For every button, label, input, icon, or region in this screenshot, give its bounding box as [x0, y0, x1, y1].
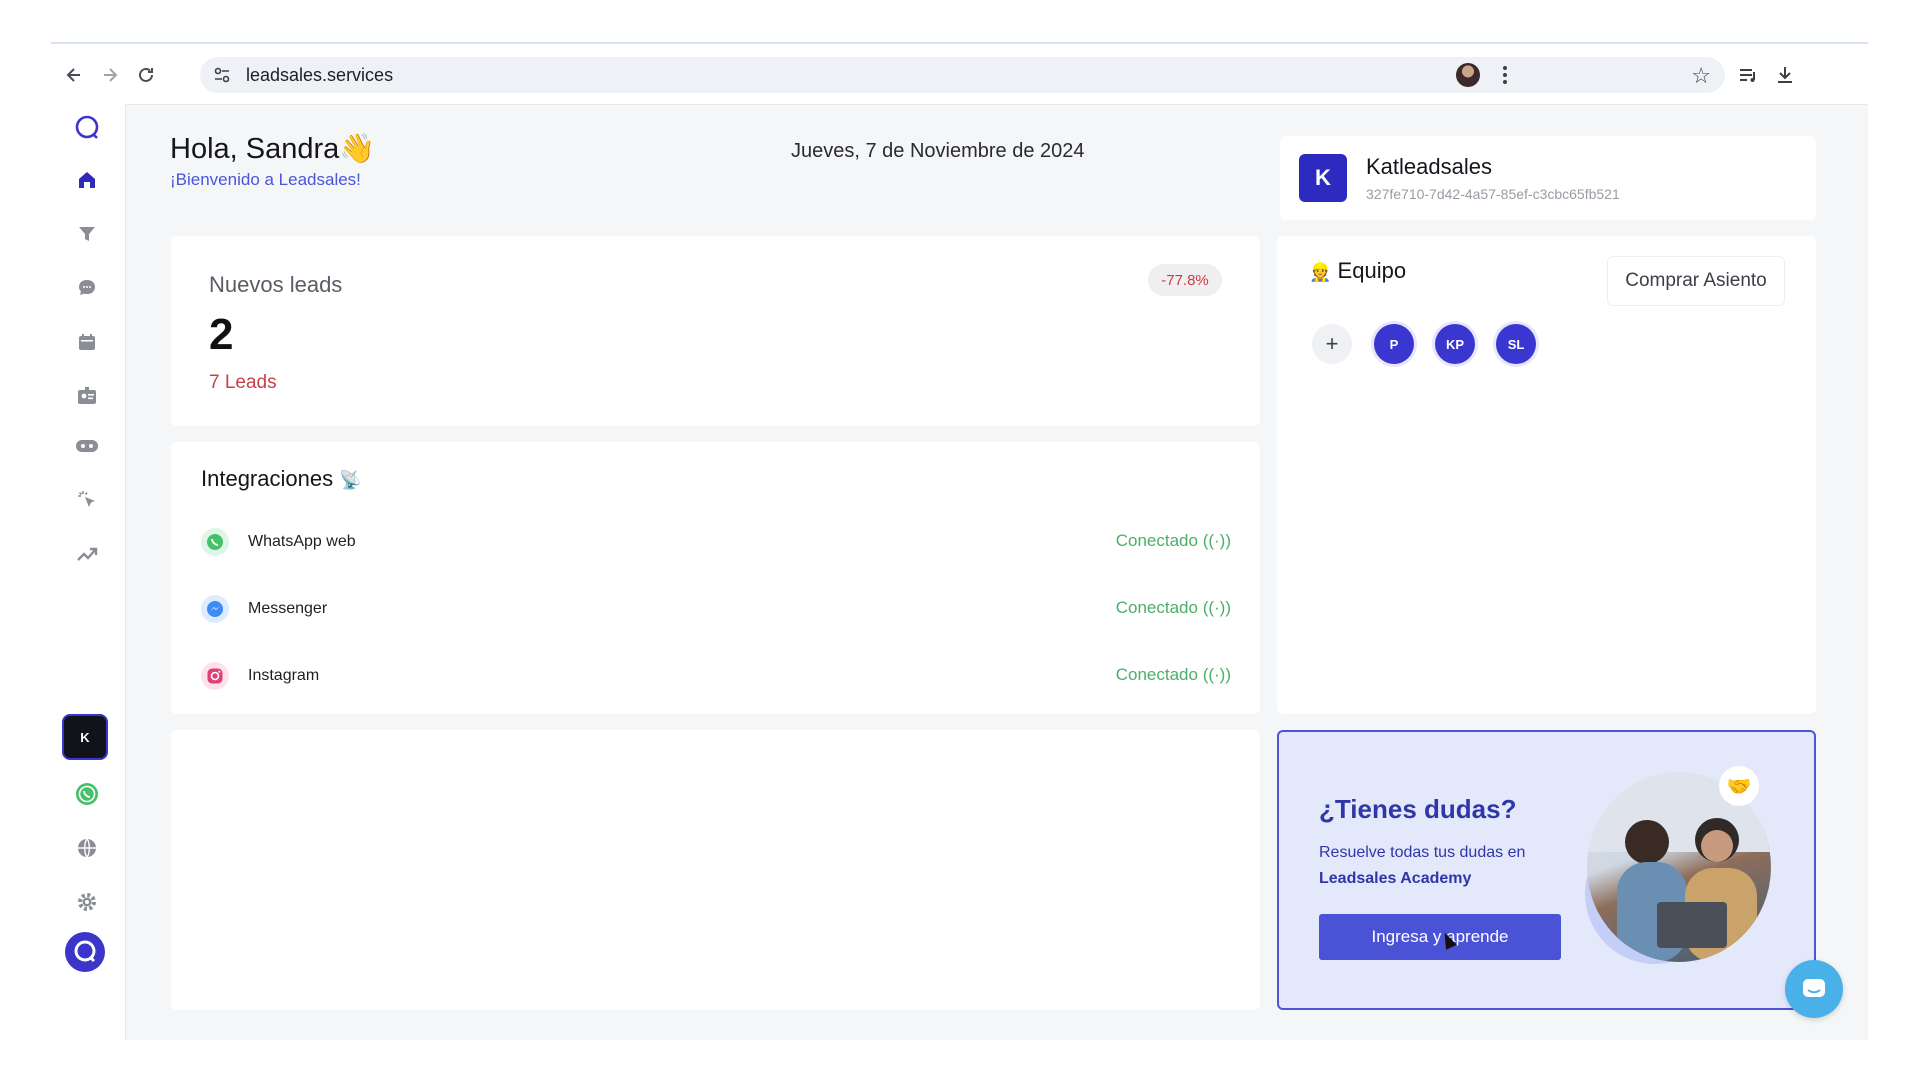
leads-title: Nuevos leads: [209, 272, 343, 297]
help-title: ¿Tienes dudas?: [1319, 794, 1517, 824]
account-card: K Katleadsales 327fe710-7d42-4a57-85ef-c…: [1280, 136, 1816, 220]
integrations-card: Integraciones 📡 WhatsApp web Conectado (…: [171, 442, 1260, 714]
calendar-icon[interactable]: [71, 326, 103, 358]
leads-total: 7 Leads: [209, 372, 277, 393]
welcome-text: ¡Bienvenido a Leadsales!: [170, 170, 361, 189]
team-title: 👷 Equipo: [1309, 258, 1407, 283]
bookmark-star-icon[interactable]: ☆: [1691, 63, 1711, 89]
integration-row-instagram[interactable]: Instagram Conectado ((·)): [201, 660, 1231, 694]
browser-toolbar: leadsales.services ☆: [51, 44, 1868, 105]
worker-emoji-icon: 👷: [1309, 262, 1332, 282]
browser-menu-icon[interactable]: [1491, 61, 1519, 89]
leadsales-brand-logo[interactable]: [65, 932, 105, 972]
url-text[interactable]: leadsales.services: [246, 65, 393, 86]
integration-name: Instagram: [248, 667, 320, 684]
forward-icon[interactable]: [97, 62, 123, 88]
gear-icon[interactable]: [71, 886, 103, 918]
integration-status: Conectado ((·)): [1115, 598, 1231, 617]
integration-status: Conectado ((·)): [1115, 531, 1231, 550]
click-icon[interactable]: [71, 484, 103, 516]
integration-row-whatsapp[interactable]: WhatsApp web Conectado ((·)): [201, 526, 1231, 560]
greeting-block: Hola, Sandra👋 ¡Bienvenido a Leadsales!: [170, 132, 375, 190]
empty-panel: [171, 730, 1260, 1010]
team-card: 👷 Equipo Comprar Asiento + P KP SL: [1277, 236, 1816, 714]
support-chat-button[interactable]: [1785, 960, 1843, 1018]
add-member-button[interactable]: +: [1312, 324, 1352, 364]
team-member-avatar[interactable]: KP: [1435, 324, 1475, 364]
chat-icon[interactable]: [71, 272, 103, 304]
academy-promo-card: ¿Tienes dudas? Resuelve todas tus dudas …: [1277, 730, 1816, 1010]
contacts-icon[interactable]: [71, 380, 103, 412]
signal-icon: ((·)): [1202, 665, 1231, 684]
back-icon[interactable]: [61, 62, 87, 88]
integrations-title: Integraciones 📡: [201, 466, 362, 491]
download-icon[interactable]: [1771, 61, 1799, 89]
satellite-emoji-icon: 📡: [339, 470, 362, 490]
account-name: Katleadsales: [1366, 154, 1492, 179]
academy-name: Leadsales Academy: [1319, 870, 1472, 887]
team-member-avatar[interactable]: P: [1374, 324, 1414, 364]
account-avatar: K: [1299, 154, 1347, 202]
help-text: Resuelve todas tus dudas en Leadsales Ac…: [1319, 844, 1526, 887]
integration-row-messenger[interactable]: Messenger Conectado ((·)): [201, 593, 1231, 627]
new-leads-card: Nuevos leads 2 7 Leads -77.8%: [171, 236, 1260, 426]
globe-icon[interactable]: [71, 832, 103, 864]
leads-change-badge: -77.8%: [1148, 264, 1222, 296]
handshake-emoji-icon: 🤝: [1719, 766, 1759, 806]
browser-profile-avatar[interactable]: [1456, 63, 1480, 87]
greeting-title: Hola, Sandra👋: [170, 133, 376, 165]
signal-icon: ((·)): [1202, 531, 1231, 550]
wave-emoji-icon: 👋: [339, 133, 376, 165]
home-icon[interactable]: [71, 164, 103, 196]
current-date: Jueves, 7 de Noviembre de 2024: [791, 140, 1085, 162]
trending-up-icon[interactable]: [71, 538, 103, 570]
integration-name: Messenger: [248, 600, 328, 617]
integration-status: Conectado ((·)): [1115, 665, 1231, 684]
site-settings-icon[interactable]: [212, 65, 232, 85]
bot-icon[interactable]: [71, 430, 103, 462]
browser-window: leadsales.services ☆ K Hola, Sandra👋 ¡Bi…: [51, 42, 1868, 1040]
buy-seat-button[interactable]: Comprar Asiento: [1607, 256, 1785, 306]
leadsales-logo-icon[interactable]: [71, 112, 103, 144]
instagram-icon: [201, 662, 229, 690]
leads-count: 2: [209, 310, 234, 359]
whatsapp-icon: [201, 528, 229, 556]
app-sidebar: K: [51, 104, 126, 1040]
account-id: 327fe710-7d42-4a57-85ef-c3cbc65fb521: [1366, 186, 1620, 202]
account-switcher-button[interactable]: K: [62, 714, 108, 760]
media-controls-icon[interactable]: [1734, 61, 1762, 89]
whatsapp-icon[interactable]: [71, 778, 103, 810]
integration-name: WhatsApp web: [248, 533, 356, 550]
funnel-icon[interactable]: [71, 218, 103, 250]
team-member-avatar[interactable]: SL: [1496, 324, 1536, 364]
signal-icon: ((·)): [1202, 598, 1231, 617]
reload-icon[interactable]: [133, 62, 159, 88]
messenger-icon: [201, 595, 229, 623]
